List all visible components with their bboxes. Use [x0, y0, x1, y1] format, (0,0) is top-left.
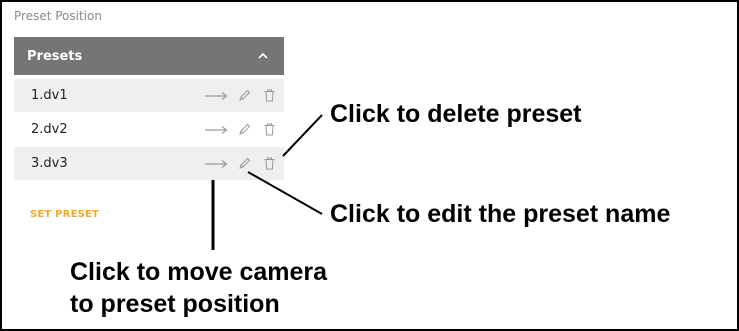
arrow-right-icon[interactable] — [204, 124, 229, 136]
preset-actions — [204, 147, 275, 180]
preset-row[interactable]: 3.dv3 — [14, 147, 284, 180]
section-title: Preset Position — [14, 9, 102, 23]
preset-name: 3.dv3 — [31, 156, 68, 171]
presets-title: Presets — [27, 48, 83, 64]
pencil-icon[interactable] — [238, 89, 251, 102]
set-preset-button[interactable]: SET PRESET — [30, 209, 99, 220]
arrow-right-icon[interactable] — [204, 158, 229, 170]
preset-row[interactable]: 1.dv1 — [14, 79, 284, 112]
move-annotation-line2: to preset position — [70, 290, 280, 318]
preset-name: 2.dv2 — [31, 122, 68, 137]
trash-icon[interactable] — [264, 157, 275, 170]
trash-icon[interactable] — [264, 89, 275, 102]
preset-row[interactable]: 2.dv2 — [14, 113, 284, 146]
pencil-icon[interactable] — [238, 123, 251, 136]
preset-name: 1.dv1 — [31, 88, 68, 103]
chevron-up-icon[interactable] — [256, 49, 270, 63]
arrow-right-icon[interactable] — [204, 90, 229, 102]
preset-actions — [204, 79, 275, 112]
move-annotation: Click to move camera to preset position — [70, 256, 327, 320]
trash-icon[interactable] — [264, 123, 275, 136]
presets-header[interactable]: Presets — [14, 37, 284, 75]
edit-annotation: Click to edit the preset name — [330, 200, 671, 228]
move-annotation-line1: Click to move camera — [70, 258, 328, 286]
preset-actions — [204, 113, 275, 146]
delete-annotation: Click to delete preset — [330, 100, 582, 128]
pencil-icon[interactable] — [238, 157, 251, 170]
